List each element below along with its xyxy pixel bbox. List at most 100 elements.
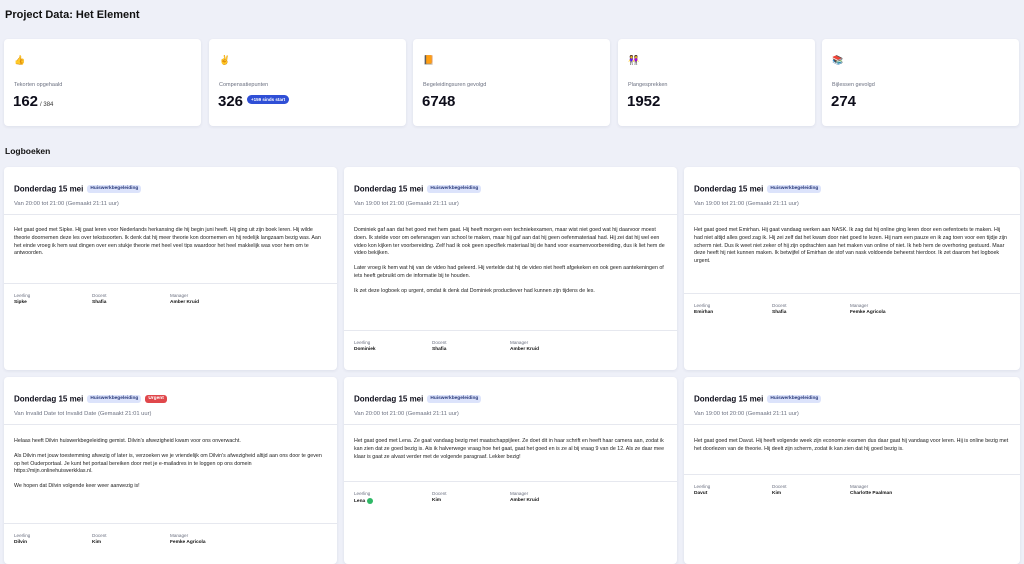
log-body: Dominiek gaf aan dat het goed met hem ga… (354, 227, 667, 303)
log-meta: Leerling Dilvin Docent Kim Manager Femke Ag… (14, 533, 327, 551)
log-card[interactable]: Donderdag 15 mei Huiswerkbegeleiding Urgen… (4, 377, 337, 564)
people-icon: 👭 (628, 55, 640, 65)
tag-badge: Huiswerkbegeleiding (87, 184, 142, 193)
urgent-badge: Urgent (145, 394, 167, 403)
log-card[interactable]: Donderdag 15 mei Huiswerkbegeleiding Van … (4, 167, 337, 370)
log-header: Donderdag 15 mei Huiswerkbegeleiding Van … (694, 180, 1010, 207)
log-header: Donderdag 15 mei Huiswerkbegeleiding Van … (354, 180, 667, 207)
log-card[interactable]: Donderdag 15 mei Huiswerkbegeleiding Van … (344, 377, 677, 564)
log-header: Donderdag 15 mei Huiswerkbegeleiding Van … (354, 390, 667, 417)
meta-student: Leerling Davut (694, 484, 711, 496)
meta-manager: Manager Amber Kruid (510, 340, 540, 352)
stat-value: 6748 (422, 93, 456, 110)
log-paragraph: We hopen dat Dilvin volgende keer weer a… (14, 483, 140, 490)
divider (344, 214, 677, 215)
log-meta: Leerling Davut Docent Kim Manager Charlotte… (694, 484, 1010, 502)
tag-badge: Huiswerkbegeleiding (767, 184, 822, 193)
tag-badge: Huiswerkbegeleiding (767, 394, 822, 403)
stat-card-compensatiepunten: ✌ Compensatiepunten 326 +159 sinds start (209, 39, 406, 126)
stat-label: Begeleidingsuren gevolgd (423, 82, 487, 88)
log-body: Helaas heeft Dilvin huiswerkbegeleiding … (14, 438, 327, 498)
divider (4, 424, 337, 425)
stat-value: 162/ 384 (13, 93, 54, 110)
meta-teacher: Docent Shafia (432, 340, 447, 352)
books-icon: 📚 (832, 55, 844, 65)
divider (684, 424, 1020, 425)
log-header: Donderdag 15 mei Huiswerkbegeleiding Van … (694, 390, 1010, 417)
log-meta: Leerling Emirhan Docent Shafia Manager Femk… (694, 303, 1010, 321)
log-time: Van 20:00 tot 21:00 (Gemaakt 21:11 uur) (354, 411, 459, 417)
log-header: Donderdag 15 mei Huiswerkbegeleiding Urgen… (14, 390, 327, 417)
stat-label: Compensatiepunten (219, 82, 269, 88)
stat-label: Tekorten opgehaald (14, 82, 63, 88)
stat-badge: +159 sinds start (247, 95, 290, 104)
stat-card-plangesprekken: 👭 Plangesprekken 1952 (618, 39, 815, 126)
stat-label: Plangesprekken (628, 82, 668, 88)
log-paragraph: Helaas heeft Dilvin huiswerkbegeleiding … (14, 438, 241, 444)
stat-sub: / 384 (40, 102, 54, 108)
log-card[interactable]: Donderdag 15 mei Huiswerkbegeleiding Van … (344, 167, 677, 370)
thumbs-up-icon: 👍 (14, 55, 26, 65)
log-paragraph: Later vroeg ik hem wat hij van de video … (354, 265, 664, 279)
log-card[interactable]: Donderdag 15 mei Huiswerkbegeleiding Van … (684, 377, 1020, 564)
log-meta: Leerling Sipke Docent Shafia Manager Amber … (14, 293, 327, 311)
log-paragraph: Ik zet deze logboek op urgent, omdat ik … (354, 287, 595, 294)
tag-badge: Huiswerkbegeleiding (427, 184, 482, 193)
meta-student: Leerling Dilvin (14, 533, 31, 545)
log-card[interactable]: Donderdag 15 mei Huiswerkbegeleiding Van … (684, 167, 1020, 370)
log-body: Het gaat goed met Sipke. Hij gaat leren … (14, 227, 327, 265)
log-paragraph: Het gaat goed met Emirhan. Hij gaat vand… (694, 227, 1007, 265)
divider (684, 474, 1020, 475)
meta-manager: Manager Femke Agricola (170, 533, 206, 545)
meta-manager: Manager Amber Kruid (510, 491, 540, 503)
stat-card-tekorten: 👍 Tekorten opgehaald 162/ 384 (4, 39, 201, 126)
log-paragraph: Het gaat goed met Davut. Hij heeft volge… (694, 438, 1009, 452)
log-time: Van 20:00 tot 21:00 (Gemaakt 21:11 uur) (14, 201, 119, 207)
log-body: Het gaat goed met Emirhan. Hij gaat vand… (694, 227, 1010, 273)
log-date: Donderdag 15 mei (14, 184, 84, 194)
divider (344, 330, 677, 331)
tag-badge: Huiswerkbegeleiding (427, 394, 482, 403)
meta-teacher: Docent Kim (432, 491, 447, 503)
divider (684, 214, 1020, 215)
log-date: Donderdag 15 mei (354, 394, 424, 404)
log-date: Donderdag 15 mei (694, 394, 764, 404)
stat-value: 274 (831, 93, 857, 110)
log-meta: Leerling Lena Docent Kim Manager Amber Krui… (354, 491, 667, 509)
log-meta: Leerling Dominiek Docent Shafia Manager Amb… (354, 340, 667, 358)
log-paragraph: Als Dilvin met jouw toestemming afwezig … (14, 452, 322, 475)
meta-student: Leerling Sipke (14, 293, 31, 305)
tag-badge: Huiswerkbegeleiding (87, 394, 142, 403)
log-paragraph: Het gaat goed met Sipke. Hij gaat leren … (14, 227, 321, 257)
stat-value: 326 (218, 93, 244, 110)
log-time: Van 19:00 tot 21:00 (Gemaakt 21:11 uur) (354, 201, 459, 207)
log-paragraph: Dominiek gaf aan dat het goed met hem ga… (354, 227, 665, 257)
log-date: Donderdag 15 mei (354, 184, 424, 194)
meta-student: Leerling Dominiek (354, 340, 376, 352)
log-time: Van Invalid Date tot Invalid Date (Gemaa… (14, 411, 152, 417)
log-time: Van 19:00 tot 20:00 (Gemaakt 21:11 uur) (694, 411, 799, 417)
meta-student: Leerling Lena (354, 491, 374, 504)
stat-value: 1952 (627, 93, 661, 110)
hand-icon: ✌ (219, 55, 231, 65)
meta-teacher: Docent Kim (772, 484, 787, 496)
meta-manager: Manager Femke Agricola (850, 303, 886, 315)
meta-manager: Manager Amber Kruid (170, 293, 200, 305)
meta-manager: Manager Charlotte Paalman (850, 484, 893, 496)
stat-card-begeleidingsuren: 📙 Begeleidingsuren gevolgd 6748 (413, 39, 610, 126)
divider (4, 214, 337, 215)
meta-teacher: Docent Kim (92, 533, 107, 545)
book-icon: 📙 (423, 55, 435, 65)
log-body: Het gaat goed met Lena. Ze gaat vandaag … (354, 438, 667, 468)
log-header: Donderdag 15 mei Huiswerkbegeleiding Van … (14, 180, 327, 207)
stats-row: 👍 Tekorten opgehaald 162/ 384 ✌ Compensa… (4, 39, 1020, 126)
meta-teacher: Docent Shafia (772, 303, 787, 315)
divider (684, 293, 1020, 294)
log-body: Het gaat goed met Davut. Hij heeft volge… (694, 438, 1010, 461)
divider (344, 424, 677, 425)
stat-card-bijlessen: 📚 Bijlessen gevolgd 274 (822, 39, 1019, 126)
log-date: Donderdag 15 mei (14, 394, 84, 404)
log-time: Van 19:00 tot 21:00 (Gemaakt 21:11 uur) (694, 201, 799, 207)
divider (4, 283, 337, 284)
check-icon (367, 498, 374, 504)
